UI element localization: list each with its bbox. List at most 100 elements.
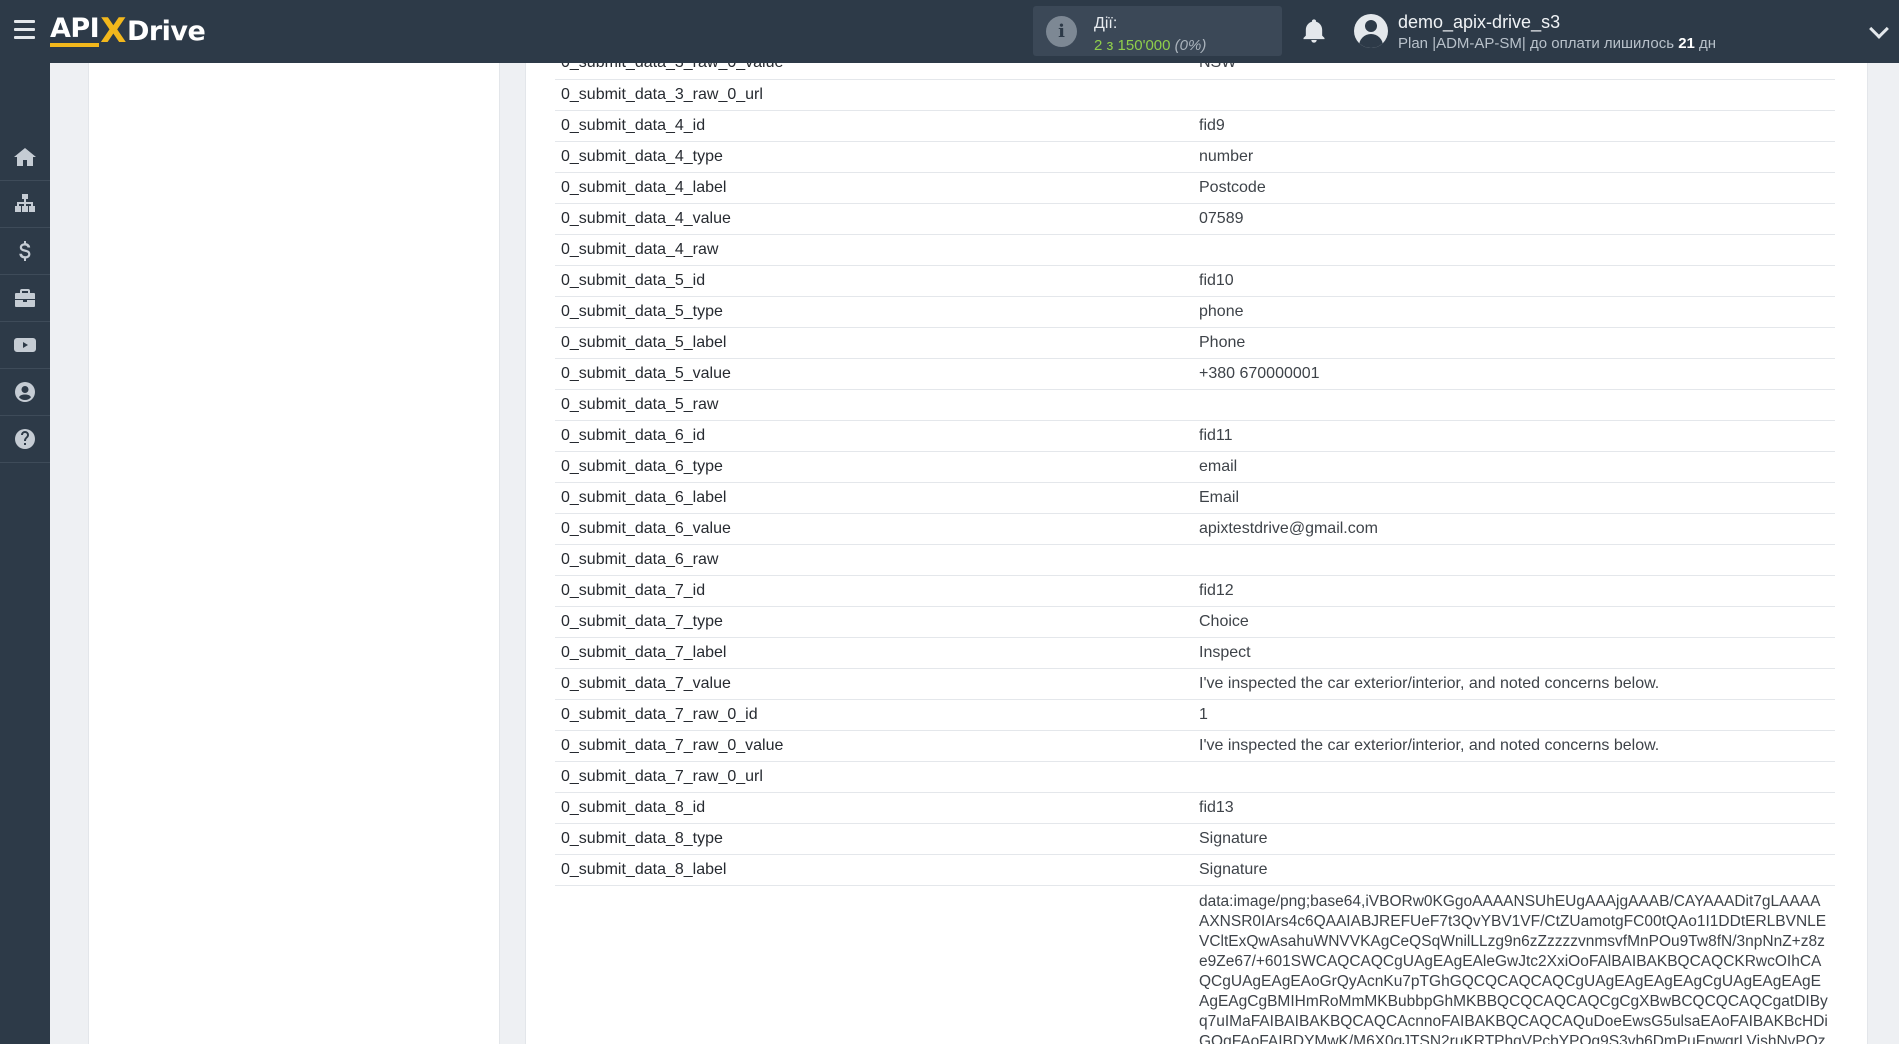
table-row: 0_submit_data_4_id fid9 xyxy=(555,110,1835,142)
field-value: fid13 xyxy=(1193,792,1835,824)
apixdrive-logo[interactable]: API X Drive xyxy=(50,11,206,51)
table-row: 0_submit_data_5_type phone xyxy=(555,296,1835,328)
field-key: 0_submit_data_7_raw_0_value xyxy=(555,730,1193,762)
field-key: 0_submit_data_7_value xyxy=(555,668,1193,700)
field-key: 0_submit_data_5_value xyxy=(555,358,1193,390)
field-key: 0_submit_data_4_type xyxy=(555,141,1193,173)
table-row: 0_submit_data_7_raw_0_url xyxy=(555,761,1835,793)
field-value: Signature xyxy=(1193,854,1835,886)
left-panel xyxy=(88,63,500,1044)
user-avatar[interactable] xyxy=(1354,14,1388,48)
table-row: 0_submit_data_4_value 07589 xyxy=(555,203,1835,235)
field-value: Inspect xyxy=(1193,637,1835,669)
table-row: 0_submit_data_7_id fid12 xyxy=(555,575,1835,607)
field-value: +380 670000001 xyxy=(1193,358,1835,390)
top-bar: API X Drive i Дії: 2 з 150'000 (0%) demo_a… xyxy=(0,0,1899,63)
briefcase-icon xyxy=(15,289,35,307)
actions-value: 2 з 150'000 (0%) xyxy=(1094,37,1207,54)
youtube-icon xyxy=(14,338,36,352)
home-icon xyxy=(14,148,36,166)
table-row: 0_submit_data_5_label Phone xyxy=(555,327,1835,359)
field-value: number xyxy=(1193,141,1835,173)
table-row: 0_submit_data_5_value +380 670000001 xyxy=(555,358,1835,390)
field-value: I've inspected the car exterior/interior… xyxy=(1193,730,1835,762)
field-value: Postcode xyxy=(1193,172,1835,204)
table-row: 0_submit_data_6_id fid11 xyxy=(555,420,1835,452)
table-row: 0_submit_data_3_raw_0_url xyxy=(555,79,1835,111)
table-row: 0_submit_data_7_label Inspect xyxy=(555,637,1835,669)
user-plan: Plan |ADM-AP-SM| до оплати лишилось 21 д… xyxy=(1398,35,1717,52)
field-key: 0_submit_data_5_label xyxy=(555,327,1193,359)
field-key: 0_submit_data_7_id xyxy=(555,575,1193,607)
field-value: 07589 xyxy=(1193,203,1835,235)
field-value: fid9 xyxy=(1193,110,1835,142)
actions-counter[interactable]: i Дії: 2 з 150'000 (0%) xyxy=(1033,6,1282,56)
table-row: 0_submit_data_7_raw_0_value I've inspecte… xyxy=(555,730,1835,762)
field-key: 0_submit_data_4_label xyxy=(555,172,1193,204)
sidebar xyxy=(0,63,50,1044)
field-value: Signature xyxy=(1193,823,1835,855)
sitemap-icon xyxy=(15,194,35,212)
table-row: 0_submit_data_8_label Signature xyxy=(555,854,1835,886)
sidebar-item-profile[interactable] xyxy=(0,369,50,416)
field-value: Email xyxy=(1193,482,1835,514)
field-key xyxy=(555,885,1193,1044)
field-value xyxy=(1193,234,1835,266)
sidebar-item-billing[interactable] xyxy=(0,228,50,275)
field-key: 0_submit_data_6_value xyxy=(555,513,1193,545)
field-key: 0_submit_data_6_type xyxy=(555,451,1193,483)
signature-data-value: data:image/png;base64,iVBORw0KGgoAAAANSU… xyxy=(1193,885,1835,1044)
field-key: 0_submit_data_4_id xyxy=(555,110,1193,142)
field-key: 0_submit_data_7_type xyxy=(555,606,1193,638)
field-value: I've inspected the car exterior/interior… xyxy=(1193,668,1835,700)
table-row: 0_submit_data_8_type Signature xyxy=(555,823,1835,855)
table-row: 0_submit_data_7_raw_0_id 1 xyxy=(555,699,1835,731)
field-value: fid12 xyxy=(1193,575,1835,607)
field-value: Phone xyxy=(1193,327,1835,359)
field-key: 0_submit_data_8_id xyxy=(555,792,1193,824)
table-row: 0_submit_data_5_raw xyxy=(555,389,1835,421)
field-key: 0_submit_data_4_value xyxy=(555,203,1193,235)
user-circle-icon xyxy=(15,382,35,402)
sidebar-item-services[interactable] xyxy=(0,275,50,322)
field-value: NSW xyxy=(1193,63,1835,80)
field-value xyxy=(1193,761,1835,793)
field-value: fid11 xyxy=(1193,420,1835,452)
field-value: apixtestdrive@gmail.com xyxy=(1193,513,1835,545)
field-key: 0_submit_data_5_type xyxy=(555,296,1193,328)
field-value xyxy=(1193,389,1835,421)
sidebar-item-home[interactable] xyxy=(0,134,50,181)
table-row: 0_submit_data_4_label Postcode xyxy=(555,172,1835,204)
sidebar-item-connections[interactable] xyxy=(0,181,50,228)
dollar-icon xyxy=(19,241,31,261)
table-row: 0_submit_data_6_label Email xyxy=(555,482,1835,514)
field-value xyxy=(1193,544,1835,576)
field-value xyxy=(1193,79,1835,111)
table-row: 0_submit_data_7_type Choice xyxy=(555,606,1835,638)
field-key: 0_submit_data_8_label xyxy=(555,854,1193,886)
table-row: 0_submit_data_5_id fid10 xyxy=(555,265,1835,297)
field-value: email xyxy=(1193,451,1835,483)
user-name[interactable]: demo_apix-drive_s3 xyxy=(1398,12,1560,33)
field-value: phone xyxy=(1193,296,1835,328)
chevron-down-icon[interactable] xyxy=(1869,19,1889,39)
field-key: 0_submit_data_5_id xyxy=(555,265,1193,297)
actions-label: Дії: xyxy=(1094,15,1118,32)
table-row: 0_submit_data_6_value apixtestdrive@gmail… xyxy=(555,513,1835,545)
field-key: 0_submit_data_6_raw xyxy=(555,544,1193,576)
table-row: data:image/png;base64,iVBORw0KGgoAAAANSU… xyxy=(555,885,1835,1044)
table-row: 0_submit_data_6_raw xyxy=(555,544,1835,576)
field-key: 0_submit_data_7_raw_0_url xyxy=(555,761,1193,793)
sidebar-item-help[interactable] xyxy=(0,416,50,463)
field-key: 0_submit_data_4_raw xyxy=(555,234,1193,266)
hamburger-menu-icon[interactable] xyxy=(14,20,35,40)
table-row: 0_submit_data_4_raw xyxy=(555,234,1835,266)
table-row: 0_submit_data_4_type number xyxy=(555,141,1835,173)
field-key: 0_submit_data_7_raw_0_id xyxy=(555,699,1193,731)
field-value: Choice xyxy=(1193,606,1835,638)
sidebar-item-videos[interactable] xyxy=(0,322,50,369)
field-key: 0_submit_data_6_id xyxy=(555,420,1193,452)
bell-icon[interactable] xyxy=(1300,17,1328,45)
field-value: fid10 xyxy=(1193,265,1835,297)
field-key: 0_submit_data_3_raw_0_url xyxy=(555,79,1193,111)
